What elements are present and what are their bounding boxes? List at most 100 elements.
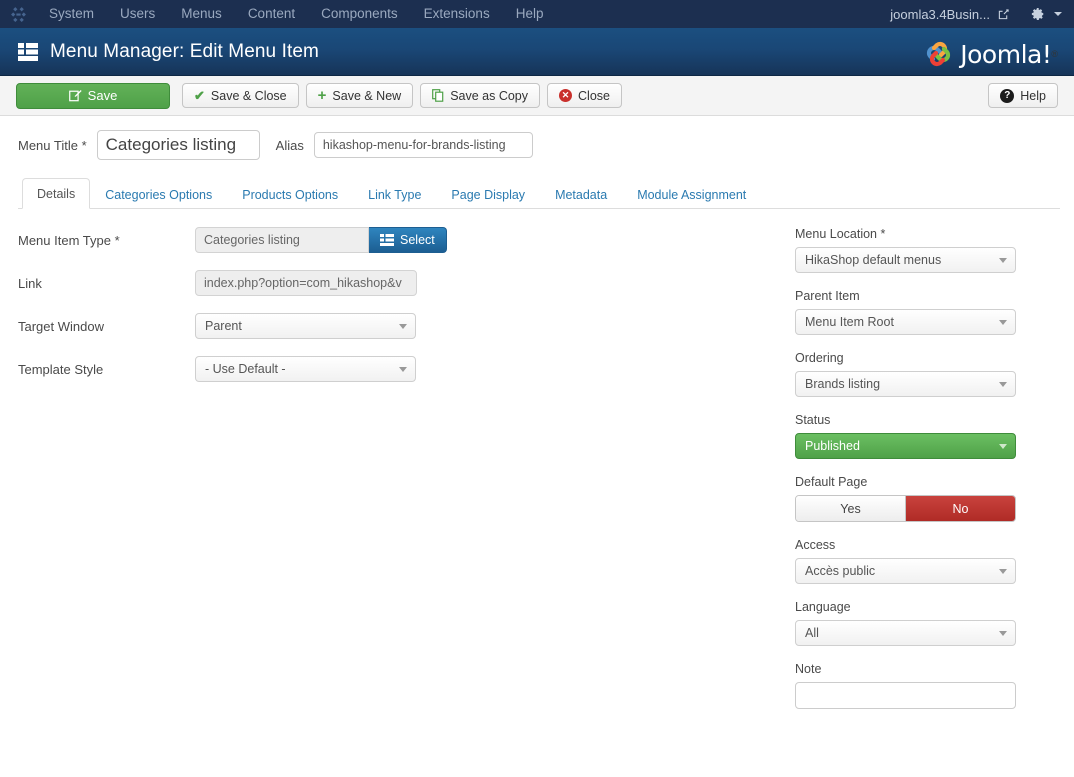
nav-item-components[interactable]: Components [308, 0, 411, 28]
target-window-value: Parent [205, 319, 242, 333]
external-link-icon[interactable] [994, 8, 1013, 20]
field-parent-item: Parent Item Menu Item Root [795, 289, 1024, 335]
save-as-copy-button[interactable]: Save as Copy [420, 83, 541, 108]
joomla-wordmark: Joomla! [960, 39, 1052, 69]
save-button-label: Save [87, 88, 118, 103]
target-window-label: Target Window [18, 318, 104, 334]
page-header: Menu Manager: Edit Menu Item Joomla! ® [0, 28, 1074, 76]
tab-link-type[interactable]: Link Type [353, 179, 436, 209]
default-page-toggle: Yes No [795, 495, 1016, 522]
language-value: All [805, 626, 819, 640]
gear-icon[interactable] [1013, 7, 1066, 21]
chevron-down-icon [999, 319, 1007, 325]
nav-item-content[interactable]: Content [235, 0, 308, 28]
menu-title-label: Menu Title * [18, 137, 87, 153]
tab-module-assignment[interactable]: Module Assignment [622, 179, 761, 209]
template-style-value: - Use Default - [205, 362, 286, 376]
field-menu-location: Menu Location * HikaShop default menus [795, 227, 1024, 273]
tab-page-display[interactable]: Page Display [436, 179, 540, 209]
nav-item-help[interactable]: Help [503, 0, 557, 28]
save-and-new-button[interactable]: + Save & New [305, 83, 414, 108]
access-select[interactable]: Accès public [795, 558, 1016, 584]
chevron-down-icon [999, 568, 1007, 574]
alias-input[interactable] [313, 132, 533, 158]
help-circle-icon: ? [1000, 88, 1015, 103]
status-label: Status [795, 413, 831, 427]
save-as-copy-label: Save as Copy [450, 88, 529, 103]
template-style-label: Template Style [18, 361, 104, 377]
language-select[interactable]: All [795, 620, 1016, 646]
nav-item-extensions[interactable]: Extensions [411, 0, 503, 28]
link-label: Link [18, 275, 42, 291]
tab-categories-options[interactable]: Categories Options [90, 179, 227, 209]
navbar-menu: System Users Menus Content Components Ex… [36, 0, 556, 28]
field-template-style: Template Style - Use Default - [18, 356, 795, 382]
grid-list-icon [380, 234, 394, 246]
help-button-label: Help [1020, 88, 1046, 103]
site-name-label: joomla3.4Busin... [890, 6, 990, 22]
nav-item-menus[interactable]: Menus [168, 0, 235, 28]
language-label: Language [795, 600, 851, 614]
field-note: Note [795, 662, 1024, 709]
save-and-new-label: Save & New [332, 88, 402, 103]
template-style-select[interactable]: - Use Default - [195, 356, 416, 382]
access-value: Accès public [805, 564, 876, 578]
chevron-down-icon [999, 443, 1007, 449]
title-row: Menu Title * Alias [0, 116, 1074, 170]
save-and-close-button[interactable]: ✔ Save & Close [182, 83, 299, 108]
chevron-down-icon [999, 381, 1007, 387]
close-circle-icon: ✕ [559, 89, 573, 102]
close-button[interactable]: ✕ Close [547, 83, 622, 108]
field-access: Access Accès public [795, 538, 1024, 584]
select-button-label: Select [400, 233, 435, 247]
ordering-value: Brands listing [805, 377, 881, 391]
menu-title-input[interactable] [96, 130, 260, 160]
joomla-logo: Joomla! ® [922, 37, 1058, 71]
target-window-select[interactable]: Parent [195, 313, 416, 339]
note-input[interactable] [795, 682, 1016, 709]
parent-item-select[interactable]: Menu Item Root [795, 309, 1016, 335]
ordering-select[interactable]: Brands listing [795, 371, 1016, 397]
tab-products-options[interactable]: Products Options [227, 179, 353, 209]
parent-item-value: Menu Item Root [805, 315, 894, 329]
tab-details[interactable]: Details [22, 178, 91, 209]
access-label: Access [795, 538, 836, 552]
chevron-down-icon[interactable] [1054, 12, 1062, 16]
link-value [195, 270, 417, 296]
sidebar-panel: Menu Location * HikaShop default menus P… [795, 227, 1074, 725]
status-select[interactable]: Published [795, 433, 1016, 459]
check-icon: ✔ [194, 87, 205, 103]
note-label: Note [795, 662, 822, 676]
menu-list-icon [18, 42, 38, 61]
tab-metadata[interactable]: Metadata [540, 179, 622, 209]
details-panel: Menu Item Type * Select [0, 227, 795, 725]
help-button[interactable]: ? Help [988, 83, 1058, 108]
field-target-window: Target Window Parent [18, 313, 795, 339]
joomla-registered-mark: ® [1051, 49, 1058, 59]
parent-item-label: Parent Item [795, 289, 860, 303]
select-menu-item-type-button[interactable]: Select [369, 227, 447, 253]
nav-item-users[interactable]: Users [107, 0, 168, 28]
chevron-down-icon [399, 323, 407, 329]
field-status: Status Published [795, 413, 1024, 459]
joomla-brand-icon[interactable] [0, 6, 36, 23]
default-page-yes-button[interactable]: Yes [796, 496, 906, 521]
chevron-down-icon [999, 257, 1007, 263]
menu-location-label: Menu Location * [795, 227, 886, 241]
menu-item-type-label: Menu Item Type * [18, 232, 120, 248]
menu-location-value: HikaShop default menus [805, 253, 942, 267]
copy-icon [432, 89, 444, 102]
default-page-no-button[interactable]: No [906, 496, 1015, 521]
menu-item-type-value [195, 227, 369, 253]
save-button[interactable]: Save [16, 82, 170, 109]
save-and-close-label: Save & Close [210, 88, 287, 103]
nav-item-system[interactable]: System [36, 0, 107, 28]
navbar-right-group: joomla3.4Busin... [890, 0, 1066, 28]
field-ordering: Ordering Brands listing [795, 351, 1024, 397]
menu-location-select[interactable]: HikaShop default menus [795, 247, 1016, 273]
chevron-down-icon [999, 630, 1007, 636]
chevron-down-icon [399, 366, 407, 372]
field-default-page: Default Page Yes No [795, 475, 1024, 522]
default-page-label: Default Page [795, 475, 868, 489]
field-link: Link [18, 270, 795, 296]
